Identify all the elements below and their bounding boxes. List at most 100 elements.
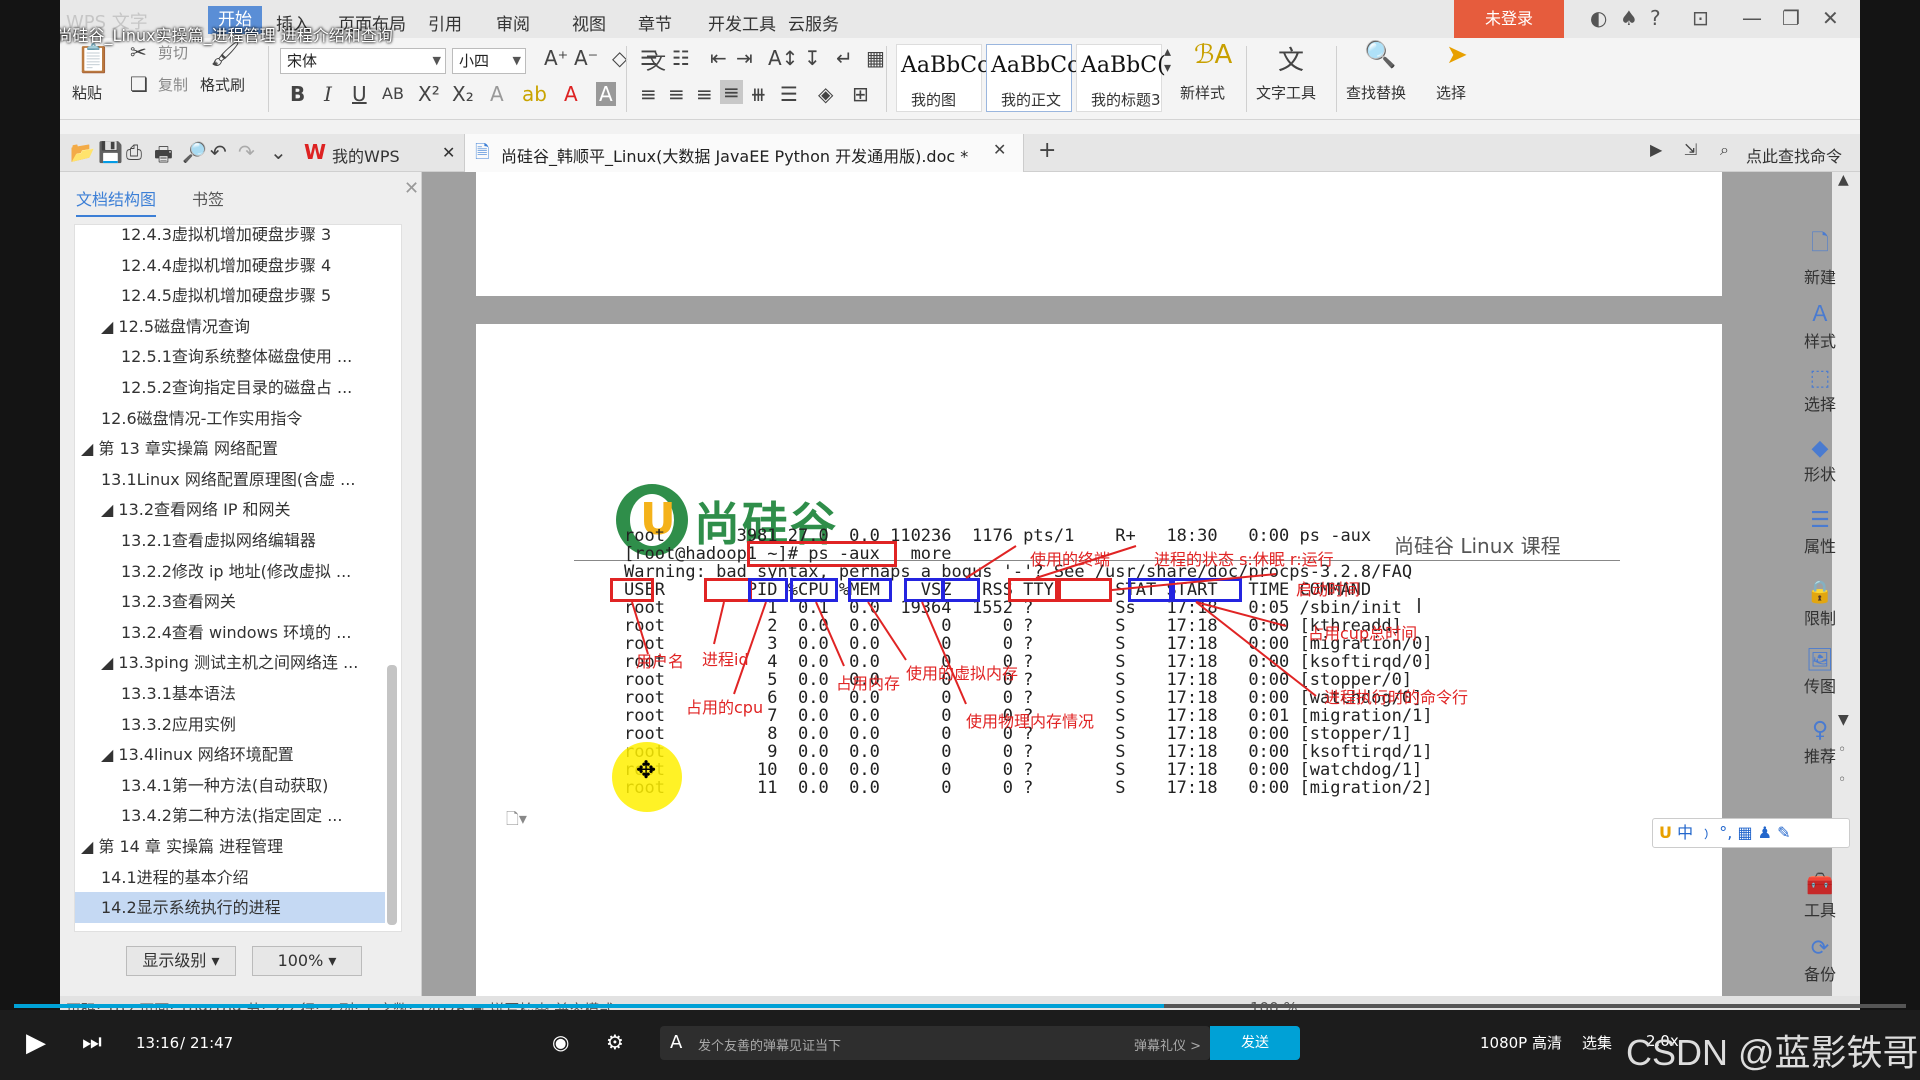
question-icon[interactable]: ? — [1650, 6, 1661, 30]
sidebar-item-2[interactable]: ⬚ 选择 — [1795, 366, 1845, 415]
share-icon[interactable]: ⇲ — [1684, 140, 1697, 159]
outline-item[interactable]: 13.1Linux 网络配置原理图(含虚 ... — [75, 464, 385, 495]
next-page-icon[interactable]: ◦ — [1838, 772, 1846, 788]
sort-icon[interactable]: ↧ — [804, 46, 821, 70]
menu-item-6[interactable]: 章节 — [638, 10, 672, 35]
menu-item-3[interactable]: 引用 — [428, 10, 462, 35]
episode-selector[interactable]: 选集 — [1582, 1032, 1612, 1053]
sidebar-item-5[interactable]: 🔒 限制 — [1795, 580, 1845, 629]
outline-level-dropdown[interactable]: 显示级别 ▾ — [126, 946, 236, 976]
tab-document[interactable]: 🗎 尚硅谷_韩顺平_Linux(大数据 JavaEE Python 开发通用版)… — [464, 134, 1024, 172]
gallery-scroll-icon[interactable]: ▴ ▾ — [1164, 44, 1171, 76]
danmaku-settings-icon[interactable]: ⚙ — [606, 1030, 624, 1054]
outline-item[interactable]: 12.4.3虚拟机增加硬盘步骤 3 — [75, 225, 385, 250]
outline-item[interactable]: 13.2.2修改 ip 地址(修改虚拟 ... — [75, 556, 385, 587]
menu-item-8[interactable]: 云服务 — [788, 10, 839, 35]
number-list-icon[interactable]: ☷ — [672, 46, 690, 70]
menu-item-4[interactable]: 审阅 — [496, 10, 530, 35]
align-left-icon[interactable]: ≡ — [640, 82, 657, 106]
sidebar-item-9[interactable]: ⟳ 备份 — [1795, 936, 1845, 985]
sidebar-item-7[interactable]: ♀ 推荐 — [1795, 718, 1845, 767]
outline-item[interactable]: 13.4.2第二种方法(指定固定 ... — [75, 800, 385, 831]
outline-scrollbar[interactable] — [387, 665, 397, 925]
paste-options-icon[interactable]: 🗋▾ — [506, 808, 527, 835]
tab-bookmark[interactable]: 书签 — [192, 186, 224, 210]
show-marks-icon[interactable]: ↵ — [836, 46, 853, 70]
sidebar-item-0[interactable]: 🗋 新建 — [1795, 226, 1845, 288]
style-gallery-item[interactable]: AaBbC(我的标题3 — [1076, 44, 1166, 112]
document-page-current[interactable]: U 尚硅谷 尚硅谷 Linux 课程 root 3981 27.0 0.0 11… — [476, 324, 1722, 1010]
fill-icon[interactable]: ◈ — [818, 82, 833, 106]
underline-icon[interactable]: U — [352, 82, 367, 106]
outline-item[interactable]: ◢ 13.2查看网络 IP 和网关 — [75, 494, 385, 525]
close-pane-icon[interactable]: ✕ — [404, 178, 419, 199]
paste-button[interactable]: 粘贴 — [72, 82, 102, 103]
sidebar-item-6[interactable]: 🖼 传图 — [1795, 648, 1845, 697]
outline-item[interactable]: 13.2.1查看虚拟网络编辑器 — [75, 525, 385, 556]
shirt-icon[interactable]: ♠ — [1620, 6, 1638, 30]
align-right-icon[interactable]: ≡ — [696, 82, 713, 106]
text-tools-button[interactable]: 文字工具 — [1256, 82, 1316, 103]
text-effect-icon[interactable]: A — [490, 82, 504, 106]
outdent-icon[interactable]: ⇤ — [710, 46, 727, 70]
ime-toolbar[interactable]: U 中 ﹚ °, ▦ ♟ ✎ — [1652, 818, 1850, 848]
close-tab-icon[interactable]: ✕ — [442, 143, 455, 162]
italic-icon[interactable]: I — [324, 82, 332, 106]
style-gallery-item[interactable]: AaBbCcI 我的正文 — [986, 44, 1088, 112]
highlight-icon[interactable]: ab — [522, 82, 547, 106]
copy-button[interactable]: 复制 — [158, 74, 188, 95]
close-icon[interactable]: ✕ — [1822, 6, 1839, 30]
bold-icon[interactable]: B — [290, 82, 305, 106]
danmaku-input[interactable]: A 发个友善的弹幕见证当下 弹幕礼仪 > — [660, 1026, 1210, 1060]
format-painter-button[interactable]: 格式刷 — [200, 74, 245, 95]
shrink-font-icon[interactable]: A⁻ — [574, 46, 598, 70]
quality-selector[interactable]: 1080P 高清 — [1480, 1032, 1562, 1053]
outline-item[interactable]: ◢ 第 13 章实操篇 网络配置 — [75, 433, 385, 464]
close-doc-tab-icon[interactable]: ✕ — [993, 140, 1006, 159]
table-icon[interactable]: ▦ — [866, 46, 885, 70]
save-icon[interactable]: 💾 — [98, 140, 123, 164]
font-color-icon[interactable]: A — [564, 82, 578, 106]
tab-document-outline[interactable]: 文档结构图 — [76, 186, 157, 217]
next-episode-icon[interactable]: ⏭ — [82, 1030, 102, 1055]
tab-my-wps[interactable]: 我的WPS — [332, 143, 400, 167]
danmaku-style-icon[interactable]: A — [670, 1032, 682, 1053]
danmaku-send-button[interactable]: 发送 — [1210, 1026, 1300, 1060]
outline-item[interactable]: 12.5.1查询系统整体磁盘使用 ... — [75, 341, 385, 372]
line-spacing-icon[interactable]: ☰ — [780, 82, 798, 106]
doc-assist-icon[interactable]: ▶ — [1650, 140, 1662, 159]
redo-icon[interactable]: ↷ — [238, 140, 255, 164]
sidebar-item-3[interactable]: ◆ 形状 — [1795, 436, 1845, 485]
indent-icon[interactable]: ⇥ — [736, 46, 753, 70]
new-style-button[interactable]: 新样式 — [1180, 82, 1225, 103]
document-page-previous[interactable] — [476, 172, 1722, 296]
menu-item-7[interactable]: 开发工具 — [708, 10, 776, 35]
sidebar-item-4[interactable]: ☰ 属性 — [1795, 508, 1845, 557]
distribute-icon[interactable]: ⧻ — [750, 82, 767, 106]
skin-icon[interactable]: ◐ — [1590, 6, 1607, 30]
outline-item[interactable]: 13.2.3查看网关 — [75, 586, 385, 617]
outline-item[interactable]: 13.4.1第一种方法(自动获取) — [75, 770, 385, 801]
find-replace-button[interactable]: 查找替换 — [1346, 82, 1406, 103]
maximize-icon[interactable]: ❐ — [1782, 6, 1800, 30]
outline-item[interactable]: 12.4.4虚拟机增加硬盘步骤 4 — [75, 250, 385, 281]
superscript-icon[interactable]: X² — [418, 82, 440, 106]
justify-icon[interactable]: ≡ — [720, 80, 743, 104]
minimize-icon[interactable]: — — [1742, 6, 1762, 30]
outline-item[interactable]: ◢ 12.5磁盘情况查询 — [75, 311, 385, 342]
outline-item[interactable]: 12.4.5虚拟机增加硬盘步骤 5 — [75, 280, 385, 311]
grow-font-icon[interactable]: A⁺ — [544, 46, 568, 70]
open-icon[interactable]: 📂 — [70, 140, 95, 164]
align-center-icon[interactable]: ≡ — [668, 82, 685, 106]
font-name-select[interactable]: 宋体 ▼ — [280, 48, 446, 74]
fullscreen-icon[interactable]: ⊡ — [1692, 6, 1709, 30]
outline-item[interactable]: 12.5.2查询指定目录的磁盘占 ... — [75, 372, 385, 403]
char-shading-icon[interactable]: A — [596, 82, 616, 106]
select-button[interactable]: 选择 — [1436, 82, 1466, 103]
style-gallery-item[interactable]: AaBbCcI 我的图 — [896, 44, 998, 112]
print-icon[interactable]: 🖶 — [154, 140, 173, 174]
export-pdf-icon[interactable]: ⎙ — [126, 140, 142, 164]
outline-item[interactable]: ◢ 13.4linux 网络环境配置 — [75, 739, 385, 770]
bullet-list-icon[interactable]: ☰ — [640, 46, 658, 70]
border-icon[interactable]: ⊞ — [852, 82, 869, 106]
